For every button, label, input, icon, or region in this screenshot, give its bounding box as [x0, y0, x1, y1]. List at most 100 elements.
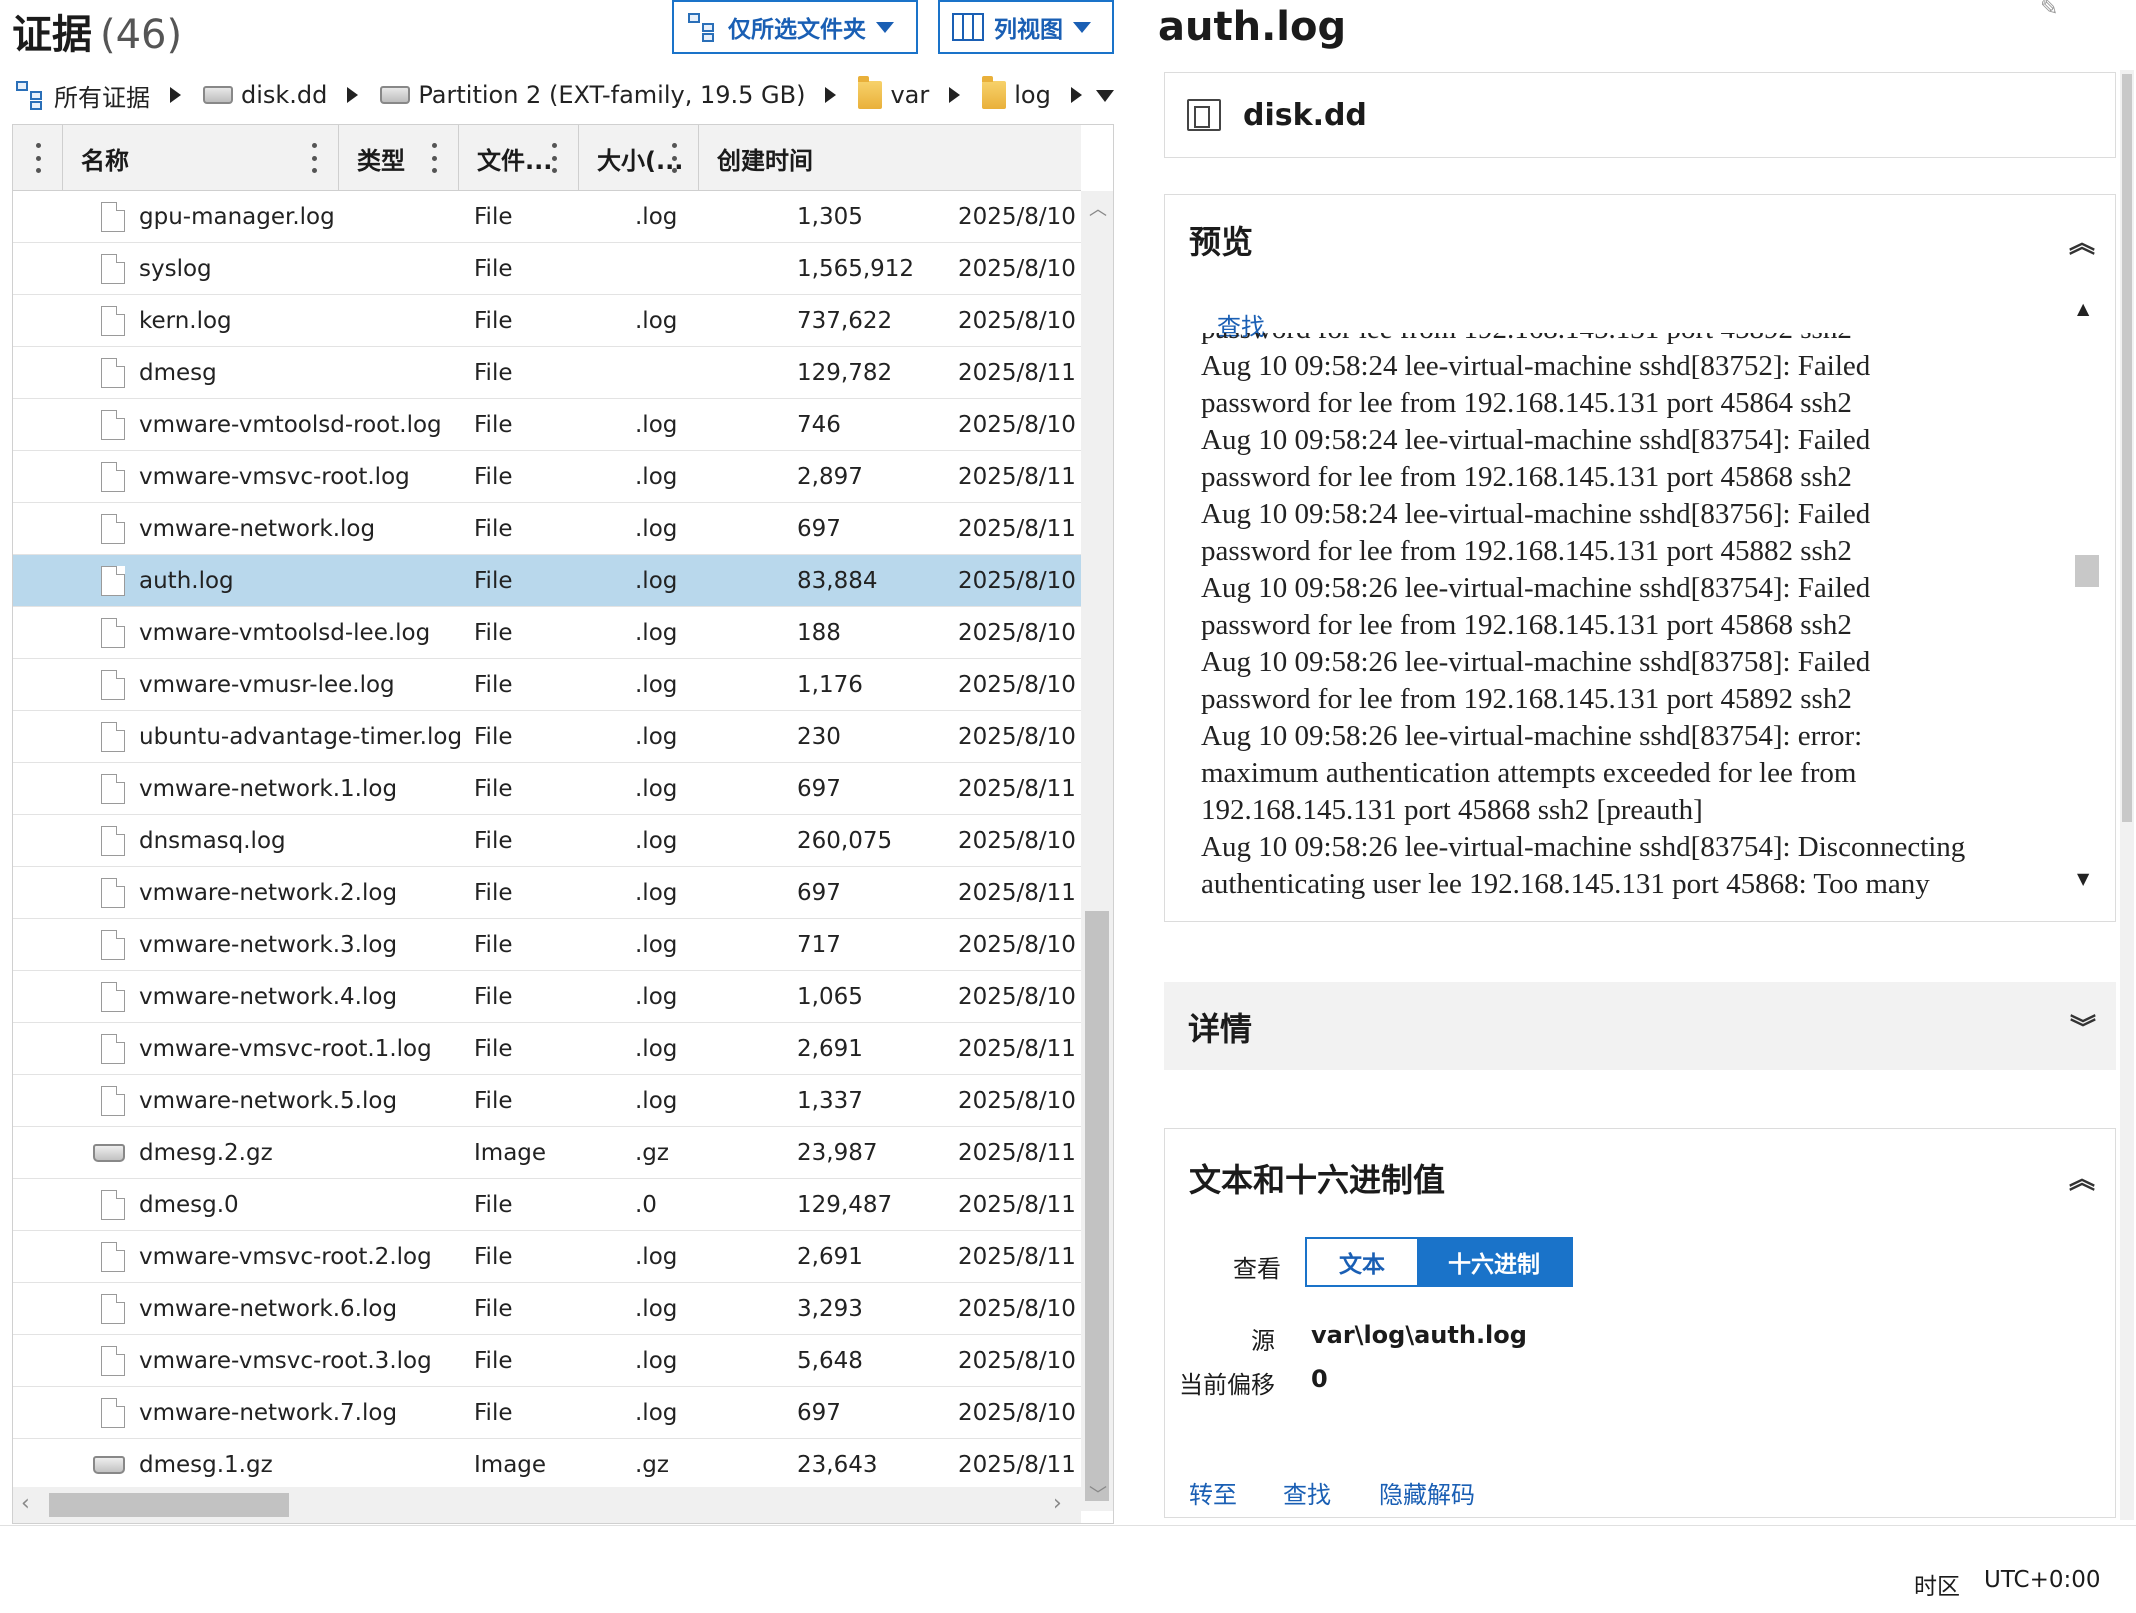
table-row[interactable]: vmware-network.1.log File .log 697 2025/8/11… — [13, 763, 1081, 815]
preview-line: Aug 10 09:58:26 lee-virtual-machine sshd… — [1201, 831, 1966, 863]
preview-line: Aug 10 09:58:26 lee-virtual-machine sshd… — [1201, 720, 1863, 752]
details-section[interactable]: 详情 ︾ — [1164, 982, 2116, 1070]
table-row[interactable]: ubuntu-advantage-timer.log File .log 230 202… — [13, 711, 1081, 763]
source-card[interactable]: disk.dd — [1164, 72, 2116, 158]
column-header-extension[interactable]: 文件... — [459, 125, 579, 191]
table-row[interactable]: dmesg.1.gz Image .gz 23,643 2025/8/11 1 — [13, 1439, 1081, 1487]
horizontal-scrollbar[interactable]: ‹ › — [13, 1487, 1081, 1523]
file-type: File — [474, 307, 513, 334]
chevron-double-up-icon[interactable]: ︽ — [2069, 1159, 2095, 1196]
file-size: 23,643 — [797, 1451, 878, 1478]
text-tab[interactable]: 文本 — [1307, 1239, 1417, 1285]
detail-title: auth.log — [1158, 4, 1347, 50]
column-header-name[interactable]: 名称 — [63, 125, 339, 191]
chevron-right-icon[interactable] — [949, 87, 961, 103]
find-link[interactable]: 查找 — [1283, 1475, 1331, 1510]
file-extension: .log — [635, 411, 678, 438]
table-row[interactable]: vmware-network.4.log File .log 1,065 2025/8/… — [13, 971, 1081, 1023]
table-row[interactable]: auth.log File .log 83,884 2025/8/10 1 — [13, 555, 1081, 607]
table-row[interactable]: vmware-vmsvc-root.3.log File .log 5,648 2025… — [13, 1335, 1081, 1387]
chevron-right-icon[interactable] — [825, 87, 837, 103]
table-row[interactable]: gpu-manager.log File .log 1,305 2025/8/10 1 — [13, 191, 1081, 243]
breadcrumb-disk[interactable]: disk.dd — [203, 81, 327, 109]
scrollbar-thumb[interactable] — [49, 1493, 289, 1517]
offset-label: 当前偏移 — [1179, 1371, 1275, 1399]
source-name: disk.dd — [1243, 97, 1367, 133]
row-icon-cell — [13, 669, 139, 700]
table-row[interactable]: kern.log File .log 737,622 2025/8/10 1 — [13, 295, 1081, 347]
column-header-created[interactable]: 创建时间 — [699, 125, 1081, 191]
column-header-size[interactable]: 大小(... — [579, 125, 699, 191]
table-row[interactable]: dmesg.0 File .0 129,487 2025/8/11 1 — [13, 1179, 1081, 1231]
file-created: 2025/8/10 1 — [958, 255, 1080, 282]
hex-tab[interactable]: 十六进制 — [1417, 1239, 1571, 1285]
file-size: 717 — [797, 931, 841, 958]
scrollbar-thumb[interactable] — [2122, 74, 2132, 822]
file-size: 2,691 — [797, 1035, 863, 1062]
table-row[interactable]: vmware-network.3.log File .log 717 2025/8/10… — [13, 919, 1081, 971]
table-row[interactable]: vmware-vmsvc-root.log File .log 2,897 2025/8… — [13, 451, 1081, 503]
file-name: vmware-network.7.log — [139, 1399, 398, 1426]
table-row[interactable]: vmware-vmtoolsd-root.log File .log 746 2025/… — [13, 399, 1081, 451]
breadcrumb-log[interactable]: log — [982, 76, 1051, 109]
table-row[interactable]: vmware-network.log File .log 697 2025/8/11 1 — [13, 503, 1081, 555]
hidden-decode-link[interactable]: 隐藏解码 — [1379, 1475, 1475, 1510]
vertical-scrollbar[interactable]: ︿ ﹀ — [1081, 191, 1113, 1511]
file-icon — [101, 305, 125, 336]
column-header-type[interactable]: 类型 — [339, 125, 459, 191]
file-type: File — [474, 1243, 513, 1270]
chevron-double-up-icon[interactable]: ︽ — [2069, 223, 2095, 260]
scroll-up-icon[interactable]: ︿ — [1089, 195, 1107, 221]
more-vertical-icon[interactable] — [672, 143, 678, 173]
table-row[interactable]: dmesg File 129,782 2025/8/11 1 — [13, 347, 1081, 399]
table-row[interactable]: dmesg.2.gz Image .gz 23,987 2025/8/11 1 — [13, 1127, 1081, 1179]
breadcrumb-var[interactable]: var — [858, 76, 930, 109]
pin-icon[interactable]: ✎ — [2040, 0, 2058, 21]
scroll-down-icon[interactable]: ▼ — [2077, 869, 2089, 888]
breadcrumb-dropdown-icon[interactable] — [1096, 90, 1114, 102]
table-row[interactable]: vmware-vmusr-lee.log File .log 1,176 2025/8/… — [13, 659, 1081, 711]
table-row[interactable]: vmware-network.7.log File .log 697 2025/8/10… — [13, 1387, 1081, 1439]
chevron-right-icon[interactable] — [347, 87, 359, 103]
table-row[interactable]: syslog File 1,565,912 2025/8/10 1 — [13, 243, 1081, 295]
file-icon — [101, 201, 125, 232]
scroll-down-icon[interactable]: ﹀ — [1089, 1481, 1107, 1507]
more-vertical-icon[interactable] — [312, 143, 318, 173]
table-row[interactable]: dnsmasq.log File .log 260,075 2025/8/10 1 — [13, 815, 1081, 867]
chevron-right-icon[interactable] — [1070, 87, 1082, 103]
scrollbar-thumb[interactable] — [1085, 911, 1109, 1501]
breadcrumb-partition[interactable]: Partition 2 (EXT-family, 19.5 GB) — [380, 81, 805, 109]
table-row[interactable]: vmware-network.2.log File .log 697 2025/8/11… — [13, 867, 1081, 919]
scroll-right-icon[interactable]: › — [1053, 1491, 1062, 1516]
table-row[interactable]: vmware-vmtoolsd-lee.log File .log 188 2025/8… — [13, 607, 1081, 659]
selected-folder-only-label: 仅所选文件夹 — [728, 17, 866, 43]
file-created: 2025/8/10 1 — [958, 203, 1080, 230]
row-icon-cell — [13, 409, 139, 440]
more-vertical-icon[interactable] — [36, 143, 42, 173]
scroll-left-icon[interactable]: ‹ — [21, 1491, 30, 1516]
preview-scrollbar[interactable]: ▲ ▼ — [2071, 299, 2103, 899]
breadcrumb-label: 所有证据 — [54, 83, 150, 112]
column-view-button[interactable]: 列视图 — [938, 0, 1114, 54]
file-icon — [101, 981, 125, 1012]
breadcrumb-label: var — [890, 81, 930, 109]
file-name: vmware-vmsvc-root.1.log — [139, 1035, 432, 1062]
goto-link[interactable]: 转至 — [1189, 1475, 1237, 1510]
table-row[interactable]: vmware-network.5.log File .log 1,337 2025/8/… — [13, 1075, 1081, 1127]
file-extension: .0 — [635, 1191, 657, 1218]
scroll-up-icon[interactable]: ▲ — [2077, 299, 2089, 318]
breadcrumb-all-evidence[interactable]: 所有证据 — [14, 78, 150, 113]
table-row[interactable]: vmware-vmsvc-root.2.log File .log 2,691 2025… — [13, 1231, 1081, 1283]
more-vertical-icon[interactable] — [552, 143, 558, 173]
table-row[interactable]: vmware-network.6.log File .log 3,293 2025/8/… — [13, 1283, 1081, 1335]
preview-text[interactable]: password for lee from 192.168.145.131 po… — [1201, 333, 2059, 901]
file-type: File — [474, 1347, 513, 1374]
chevron-right-icon[interactable] — [170, 87, 181, 103]
table-row[interactable]: vmware-vmsvc-root.1.log File .log 2,691 2025… — [13, 1023, 1081, 1075]
more-vertical-icon[interactable] — [432, 143, 438, 173]
scrollbar-thumb[interactable] — [2075, 555, 2099, 587]
timezone-value[interactable]: UTC+0:00 — [1984, 1567, 2101, 1593]
column-options[interactable] — [13, 125, 63, 191]
selected-folder-only-button[interactable]: 仅所选文件夹 — [672, 0, 918, 54]
chevron-double-down-icon[interactable]: ︾ — [2070, 1008, 2096, 1045]
